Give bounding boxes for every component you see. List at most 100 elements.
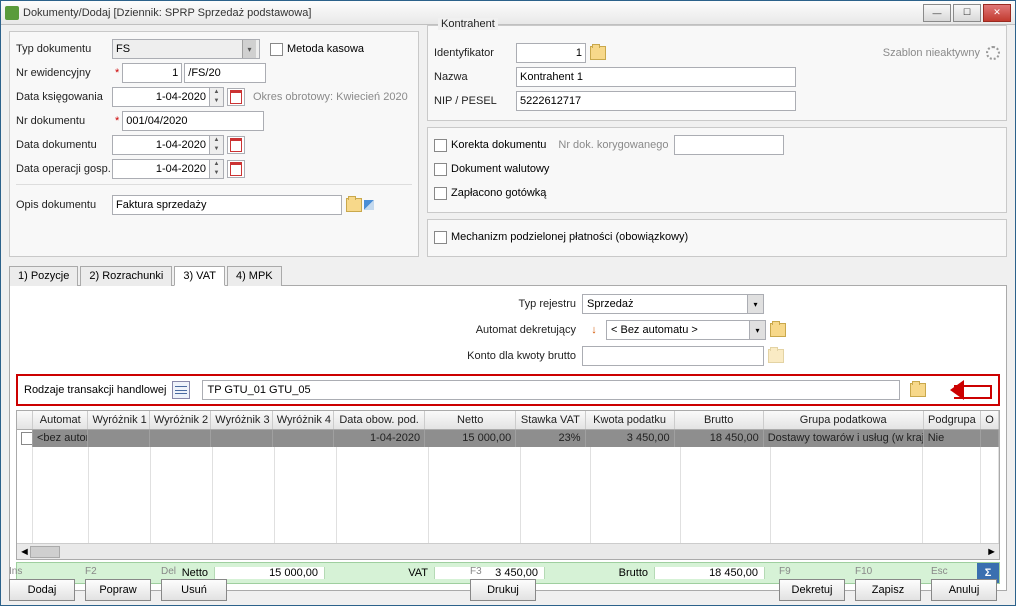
metoda-kasowa-label: Metoda kasowa	[287, 43, 364, 55]
dekretuj-button[interactable]: Dekretuj	[779, 579, 845, 601]
edit-icon[interactable]	[364, 200, 374, 210]
mpp-panel: Mechanizm podzielonej płatności (obowiąz…	[427, 219, 1007, 257]
typ-rejestru-label: Typ rejestru	[446, 298, 576, 310]
grid-body[interactable]	[17, 447, 999, 543]
highlight-arrow-icon	[940, 381, 992, 399]
date-spinner[interactable]: ▲▼	[210, 135, 224, 155]
tab-pozycje[interactable]: 1) Pozycje	[9, 266, 78, 286]
opis-dok-input[interactable]	[112, 195, 342, 215]
col-wyroznik2[interactable]: Wyróżnik 2	[150, 411, 211, 429]
data-dok-input[interactable]	[112, 135, 210, 155]
calendar-icon[interactable]	[227, 136, 245, 154]
date-spinner[interactable]: ▲▼	[210, 159, 224, 179]
scroll-thumb[interactable]	[30, 546, 60, 558]
folder-icon[interactable]	[770, 323, 786, 337]
dodaj-button[interactable]: Dodaj	[9, 579, 75, 601]
chevron-down-icon: ▾	[747, 295, 763, 313]
anuluj-button[interactable]: Anuluj	[931, 579, 997, 601]
korekta-label: Korekta dokumentu	[451, 139, 546, 151]
ident-label: Identyfikator	[434, 47, 516, 59]
popraw-button[interactable]: Popraw	[85, 579, 151, 601]
col-podgrupa[interactable]: Podgrupa	[924, 411, 981, 429]
szablon-label: Szablon nieaktywny	[883, 47, 980, 59]
col-podatek[interactable]: Kwota podatku	[586, 411, 675, 429]
col-checkbox[interactable]	[17, 411, 33, 429]
col-automat[interactable]: Automat	[33, 411, 88, 429]
col-wyroznik3[interactable]: Wyróżnik 3	[211, 411, 272, 429]
options-panel: Korekta dokumentu Nr dok. korygowanego D…	[427, 127, 1007, 213]
data-oper-input[interactable]	[112, 159, 210, 179]
data-ksieg-label: Data księgowania	[16, 91, 112, 103]
scroll-right-icon[interactable]: ►	[986, 546, 997, 558]
data-ksieg-input[interactable]	[112, 87, 210, 107]
vat-tab-content: Typ rejestru Sprzedaż ▾ Automat dekretuj…	[9, 286, 1007, 591]
calendar-icon[interactable]	[227, 160, 245, 178]
rodzaje-input[interactable]	[202, 380, 900, 400]
typ-rejestru-combo[interactable]: Sprzedaż ▾	[582, 294, 764, 314]
konto-brutto-input[interactable]	[582, 346, 764, 366]
drukuj-button[interactable]: Drukuj	[470, 579, 536, 601]
tab-bar: 1) Pozycje 2) Rozrachunki 3) VAT 4) MPK	[9, 265, 1007, 286]
window-title: Dokumenty/Dodaj [Dziennik: SPRP Sprzedaż…	[23, 7, 923, 19]
automat-combo[interactable]: < Bez automatu > ▾	[606, 320, 766, 340]
konto-brutto-label: Konto dla kwoty brutto	[446, 350, 576, 362]
rodzaje-transakcji-row: Rodzaje transakcji handlowej	[16, 374, 1000, 406]
zaplacono-label: Zapłacono gotówką	[451, 187, 546, 199]
mpp-checkbox[interactable]	[434, 231, 447, 244]
maximize-button[interactable]: ☐	[953, 4, 981, 22]
calendar-icon[interactable]	[227, 88, 245, 106]
folder-icon[interactable]	[910, 383, 926, 397]
col-data-obow[interactable]: Data obow. pod.	[334, 411, 425, 429]
grid-row[interactable]: <bez autom 1-04-2020 15 000,00 23% 3 450…	[17, 430, 999, 447]
col-brutto[interactable]: Brutto	[675, 411, 764, 429]
col-wyroznik4[interactable]: Wyróżnik 4	[273, 411, 334, 429]
nr-ewid-suffix[interactable]	[184, 63, 266, 83]
nr-koryg-input[interactable]	[674, 135, 784, 155]
date-spinner[interactable]: ▲▼	[210, 87, 224, 107]
opis-dok-label: Opis dokumentu	[16, 199, 112, 211]
tab-rozrachunki[interactable]: 2) Rozrachunki	[80, 266, 172, 286]
col-grupa[interactable]: Grupa podatkowa	[764, 411, 924, 429]
nr-dok-input[interactable]	[122, 111, 264, 131]
minimize-button[interactable]: —	[923, 4, 951, 22]
tab-mpk[interactable]: 4) MPK	[227, 266, 282, 286]
title-bar[interactable]: Dokumenty/Dodaj [Dziennik: SPRP Sprzedaż…	[1, 1, 1015, 25]
metoda-kasowa-checkbox[interactable]	[270, 43, 283, 56]
list-icon[interactable]	[172, 381, 190, 399]
typ-dokumentu-combo[interactable]: FS ▾	[112, 39, 260, 59]
nazwa-input[interactable]	[516, 67, 796, 87]
gear-icon[interactable]	[986, 46, 1000, 60]
korekta-checkbox[interactable]	[434, 139, 447, 152]
automat-label: Automat dekretujący	[446, 324, 576, 336]
walutowy-checkbox[interactable]	[434, 163, 447, 176]
col-netto[interactable]: Netto	[425, 411, 516, 429]
app-icon	[5, 6, 19, 20]
zapisz-button[interactable]: Zapisz	[855, 579, 921, 601]
okres-label: Okres obrotowy: Kwiecień 2020	[253, 91, 408, 103]
grid-header: Automat Wyróżnik 1 Wyróżnik 2 Wyróżnik 3…	[17, 411, 999, 430]
data-dok-label: Data dokumentu	[16, 139, 112, 151]
nr-ewid-label: Nr ewidencyjny	[16, 67, 112, 79]
nip-input[interactable]	[516, 91, 796, 111]
close-button[interactable]: ✕	[983, 4, 1011, 22]
typ-dokumentu-value: FS	[116, 43, 130, 55]
folder-icon[interactable]	[590, 46, 606, 60]
footer-bar: InsDodaj F2Popraw DelUsuń F3Drukuj F9Dek…	[9, 566, 1007, 601]
scroll-left-icon[interactable]: ◄	[19, 546, 30, 558]
walutowy-label: Dokument walutowy	[451, 163, 549, 175]
folder-icon[interactable]	[346, 198, 362, 212]
col-o[interactable]: O	[981, 411, 999, 429]
data-oper-label: Data operacji gosp.	[16, 163, 112, 175]
col-stawka[interactable]: Stawka VAT	[516, 411, 585, 429]
horizontal-scrollbar[interactable]: ◄ ►	[17, 543, 999, 559]
tab-vat[interactable]: 3) VAT	[174, 266, 225, 286]
col-wyroznik1[interactable]: Wyróżnik 1	[88, 411, 149, 429]
zaplacono-checkbox[interactable]	[434, 187, 447, 200]
folder-icon[interactable]	[768, 349, 784, 363]
ident-input[interactable]	[516, 43, 586, 63]
nr-ewid-input[interactable]	[122, 63, 182, 83]
mpp-label: Mechanizm podzielonej płatności (obowiąz…	[451, 231, 688, 243]
row-checkbox[interactable]	[21, 432, 33, 445]
usun-button[interactable]: Usuń	[161, 579, 227, 601]
app-window: Dokumenty/Dodaj [Dziennik: SPRP Sprzedaż…	[0, 0, 1016, 606]
